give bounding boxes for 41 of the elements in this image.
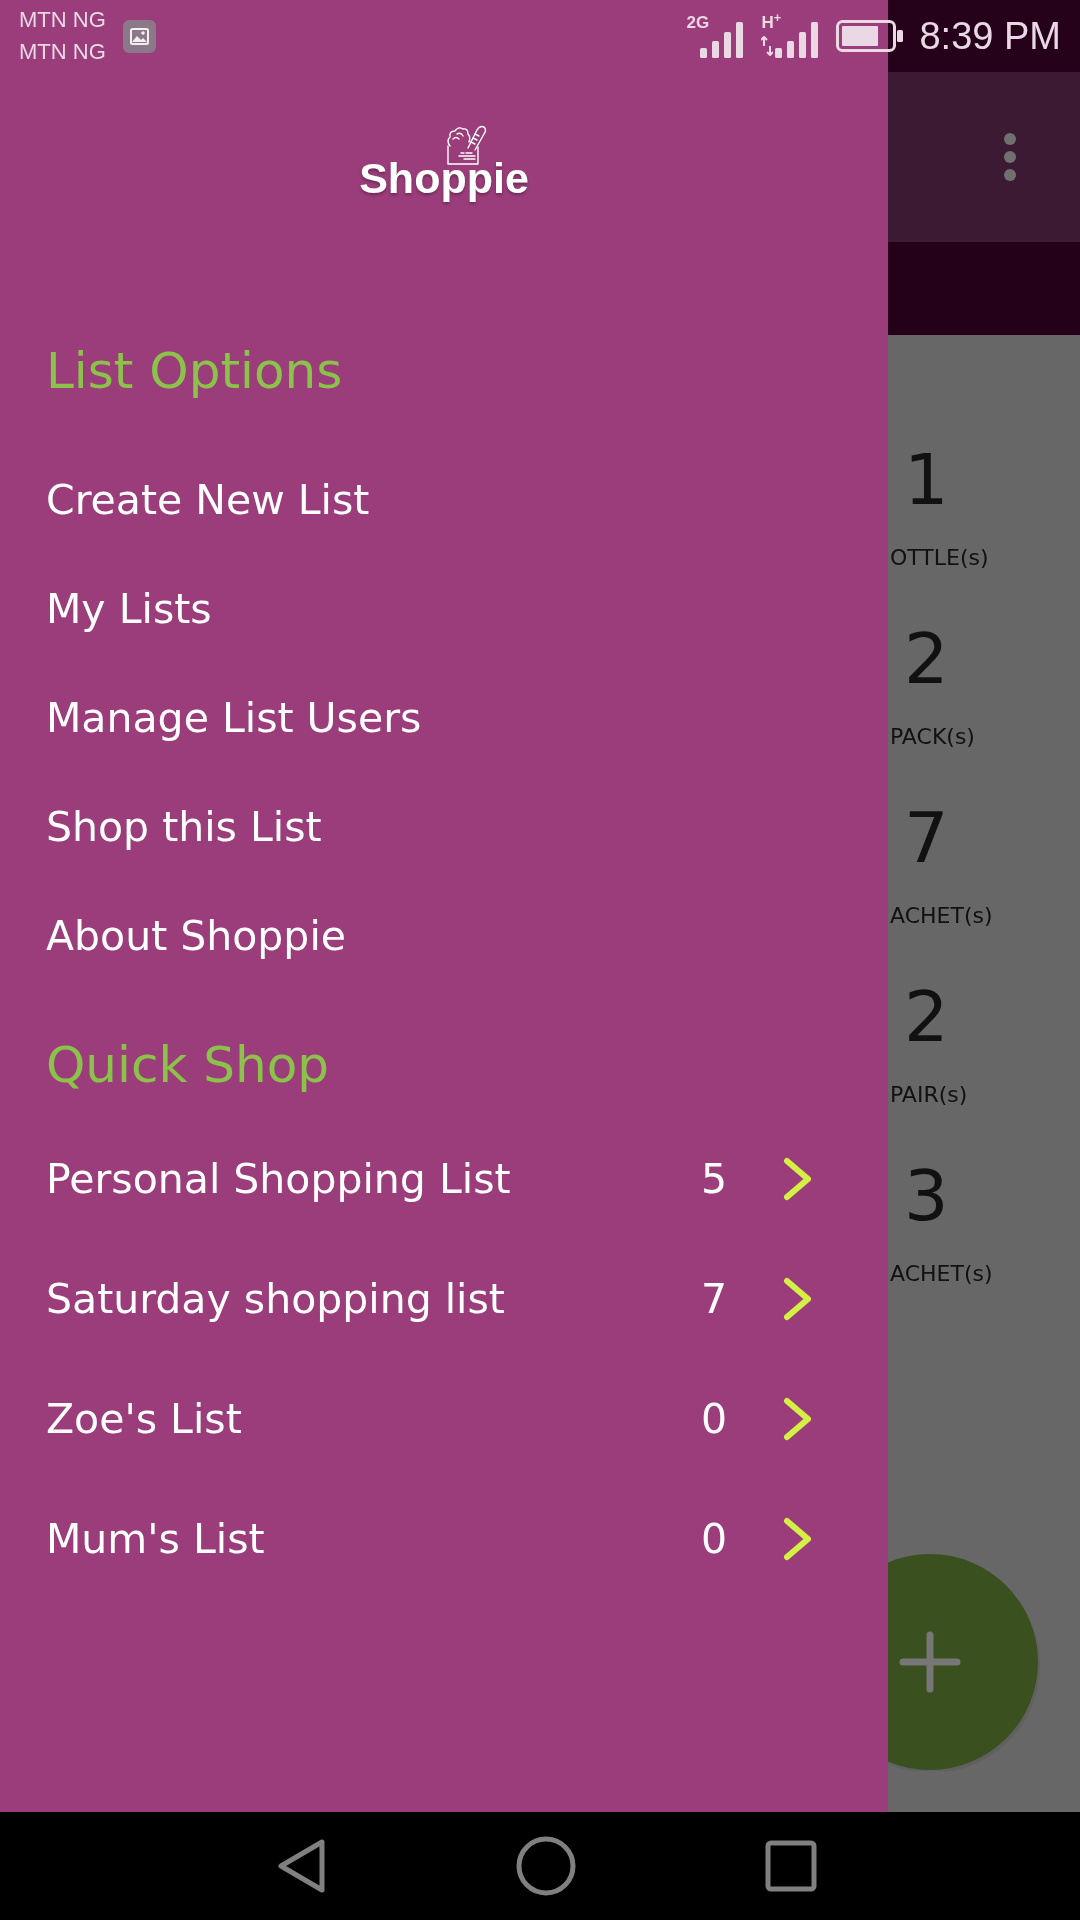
menu-item[interactable]: Shop this List [46, 807, 322, 848]
item-count: 0 [700, 1398, 728, 1440]
item-quantity: 7 [904, 798, 949, 878]
menu-item[interactable]: My Lists [46, 589, 212, 630]
chevron-right-icon[interactable] [783, 1517, 813, 1561]
list-name[interactable]: Personal Shopping List [46, 1158, 511, 1200]
menu-item[interactable]: Create New List [46, 480, 370, 521]
network-type-label: 2G [686, 14, 710, 32]
section-heading: Quick Shop [46, 1040, 330, 1090]
item-count: 5 [700, 1158, 728, 1200]
more-options-icon[interactable] [1004, 133, 1016, 181]
item-quantity: 2 [904, 619, 949, 699]
menu-item[interactable]: Manage List Users [46, 698, 422, 739]
item-unit: OTTLE(s) [890, 544, 989, 572]
item-unit: PAIR(s) [890, 1081, 968, 1109]
plus-icon [899, 1631, 961, 1693]
signal-bars-icon [775, 22, 820, 58]
battery-icon [836, 20, 905, 52]
item-quantity: 2 [904, 977, 949, 1057]
chevron-right-icon[interactable] [783, 1277, 813, 1321]
list-name[interactable]: Zoe's List [46, 1398, 242, 1440]
item-count: 7 [700, 1278, 728, 1320]
clock-time: 8:39 PM [919, 17, 1061, 55]
section-heading: List Options [46, 346, 343, 396]
chevron-right-icon[interactable] [783, 1397, 813, 1441]
carrier-name: MTN NG [19, 6, 106, 34]
item-quantity: 1 [904, 440, 949, 520]
item-unit: PACK(s) [890, 723, 975, 751]
item-count: 0 [700, 1518, 728, 1560]
recent-apps-icon[interactable] [765, 1840, 817, 1892]
menu-item[interactable]: About Shoppie [46, 916, 346, 957]
list-name[interactable]: Saturday shopping list [46, 1278, 505, 1320]
item-quantity: 3 [904, 1156, 949, 1236]
home-icon[interactable] [516, 1836, 576, 1896]
carrier-name: MTN NG [19, 38, 106, 66]
item-unit: ACHET(s) [890, 1260, 993, 1288]
chevron-right-icon[interactable] [783, 1157, 813, 1201]
item-unit: ACHET(s) [890, 902, 993, 930]
list-name[interactable]: Mum's List [46, 1518, 265, 1560]
back-icon[interactable] [277, 1838, 327, 1894]
network-type-label: H$^{+}$ [761, 14, 782, 32]
